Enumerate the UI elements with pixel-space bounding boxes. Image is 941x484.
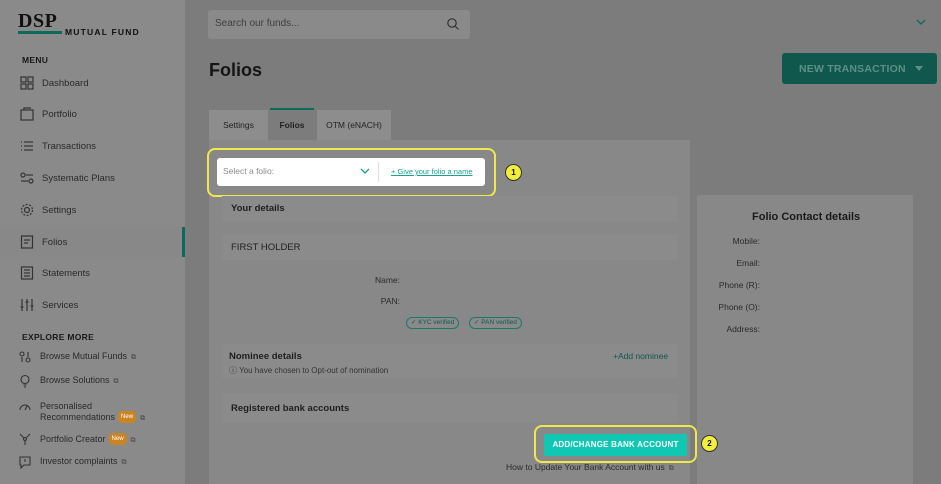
logo-underline bbox=[18, 31, 62, 34]
how-to-update-bank-label: How to Update Your Bank Account with us bbox=[506, 462, 665, 472]
tab-bar: Settings Folios OTM (eNACH) bbox=[209, 108, 915, 140]
folio-icon bbox=[20, 235, 34, 249]
explore-item-label: Browse Solutions bbox=[40, 375, 110, 385]
new-badge: New bbox=[118, 411, 137, 423]
sidebar-item-dashboard[interactable]: Dashboard bbox=[0, 68, 185, 98]
sidebar-item-portfolio[interactable]: Portfolio bbox=[0, 99, 185, 129]
explore-item-label: Browse Mutual Funds bbox=[40, 351, 128, 361]
complaint-icon bbox=[19, 456, 31, 469]
pan-label: PAN: bbox=[380, 296, 400, 306]
name-label: Name: bbox=[374, 275, 400, 285]
new-badge: New bbox=[108, 433, 127, 445]
contact-phone-r-label: Phone (R): bbox=[718, 280, 760, 290]
nominee-opt-out-note: ⓘ You have chosen to Opt-out of nominati… bbox=[229, 366, 389, 375]
chevron-down-icon[interactable] bbox=[916, 18, 926, 26]
browse-funds-icon bbox=[19, 351, 31, 363]
explore-item-portfolio-creator[interactable]: Portfolio Creator New ⧉ bbox=[0, 429, 185, 453]
external-link-icon: ⧉ bbox=[121, 459, 127, 466]
search-placeholder: Search our funds... bbox=[215, 18, 300, 29]
add-change-bank-account-button[interactable]: ADD/CHANGE BANK ACCOUNT bbox=[544, 434, 687, 456]
how-to-update-bank-link[interactable]: How to Update Your Bank Account with us ⧉ bbox=[506, 462, 674, 473]
tab-folios[interactable]: Folios bbox=[270, 108, 314, 140]
external-link-icon: ⧉ bbox=[668, 465, 674, 472]
sidebar-item-label: Settings bbox=[42, 205, 77, 216]
search-input[interactable]: Search our funds... bbox=[208, 10, 470, 39]
bank-accounts-title: Registered bank accounts bbox=[231, 403, 350, 414]
sidebar-item-systematic-plans[interactable]: Systematic Plans bbox=[0, 163, 185, 193]
highlight-box bbox=[207, 148, 496, 197]
explore-item-personalised-recommendations[interactable]: Personalised Recommendations New ⧉ bbox=[0, 397, 185, 423]
sidebar-item-label: Folios bbox=[42, 237, 68, 248]
first-holder-title: FIRST HOLDER bbox=[231, 242, 301, 253]
folio-contact-title: Folio Contact details bbox=[752, 211, 861, 223]
sidebar-item-transactions[interactable]: Transactions bbox=[0, 131, 185, 161]
external-link-icon: ⧉ bbox=[131, 354, 137, 361]
new-transaction-label: NEW TRANSACTION bbox=[799, 63, 906, 75]
explore-item-label-line1: Personalised bbox=[40, 401, 93, 411]
portfolio-icon bbox=[20, 107, 34, 121]
sidebar-item-statements[interactable]: Statements bbox=[0, 258, 185, 288]
sidebar-item-label: Systematic Plans bbox=[42, 173, 115, 184]
bulb-icon bbox=[20, 374, 30, 388]
your-details-header bbox=[222, 196, 678, 222]
statements-icon bbox=[20, 266, 34, 280]
logo-wordmark: DSP bbox=[18, 10, 58, 32]
sidebar-item-label: Transactions bbox=[42, 141, 97, 152]
sidebar-item-settings[interactable]: Settings bbox=[0, 195, 185, 225]
explore-item-label: Portfolio Creator bbox=[40, 434, 106, 444]
explore-item-browse-funds[interactable]: Browse Mutual Funds ⧉ bbox=[0, 347, 185, 371]
active-indicator bbox=[182, 227, 185, 257]
search-icon[interactable] bbox=[446, 17, 460, 31]
transactions-icon bbox=[21, 141, 33, 151]
contact-mobile-label: Mobile: bbox=[732, 236, 760, 246]
page-title: Folios bbox=[209, 60, 262, 80]
nominee-title: Nominee details bbox=[229, 351, 302, 362]
caret-down-icon bbox=[915, 66, 923, 71]
portfolio-creator-icon bbox=[19, 433, 31, 445]
step-marker: 2 bbox=[701, 435, 718, 452]
explore-item-label-line2: Recommendations bbox=[40, 412, 116, 422]
tab-otm-enach[interactable]: OTM (eNACH) bbox=[317, 110, 391, 140]
kyc-verified-badge: ✓ KYC verified bbox=[406, 317, 460, 329]
step-marker: 1 bbox=[505, 164, 522, 181]
tab-settings[interactable]: Settings bbox=[209, 110, 268, 140]
explore-item-investor-complaints[interactable]: Investor complaints ⧉ bbox=[0, 452, 185, 476]
dsp-logo[interactable]: DSP MUTUAL FUND bbox=[18, 10, 168, 40]
external-link-icon: ⧉ bbox=[140, 415, 146, 422]
contact-address-label: Address: bbox=[726, 324, 760, 334]
explore-section-title: EXPLORE MORE bbox=[22, 332, 95, 342]
logo-tagline: MUTUAL FUND bbox=[65, 27, 140, 37]
sidebar-item-folios[interactable]: Folios bbox=[0, 227, 185, 257]
pan-verified-badge: ✓ PAN verified bbox=[469, 317, 522, 329]
sidebar-item-label: Dashboard bbox=[42, 78, 89, 89]
menu-section-title: MENU bbox=[22, 55, 49, 65]
external-link-icon: ⧉ bbox=[130, 437, 136, 444]
new-transaction-button[interactable]: NEW TRANSACTION bbox=[782, 53, 937, 84]
sidebar-item-label: Portfolio bbox=[42, 109, 77, 120]
contact-phone-o-label: Phone (O): bbox=[718, 302, 760, 312]
contact-email-label: Email: bbox=[736, 258, 760, 268]
your-details-title: Your details bbox=[231, 203, 285, 214]
explore-item-browse-solutions[interactable]: Browse Solutions ⧉ bbox=[0, 371, 185, 395]
sidebar: DSP MUTUAL FUND MENU Dashboard Portfolio… bbox=[0, 0, 185, 484]
gear-icon bbox=[20, 203, 34, 217]
explore-item-label: Investor complaints bbox=[40, 456, 118, 466]
dashboard-icon bbox=[20, 76, 34, 90]
sidebar-item-services[interactable]: Services bbox=[0, 290, 185, 320]
services-icon bbox=[20, 299, 34, 311]
systematic-plans-icon bbox=[20, 172, 34, 184]
add-nominee-link[interactable]: +Add nominee bbox=[613, 351, 668, 361]
gauge-icon bbox=[19, 404, 31, 411]
external-link-icon: ⧉ bbox=[113, 378, 119, 385]
sidebar-item-label: Statements bbox=[42, 268, 91, 279]
sidebar-item-label: Services bbox=[42, 300, 79, 311]
